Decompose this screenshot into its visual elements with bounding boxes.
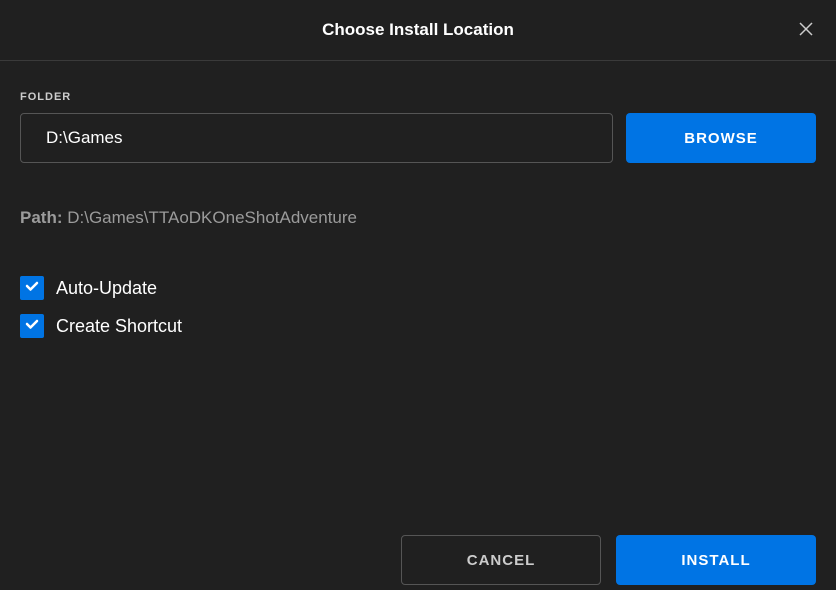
close-icon [798, 21, 814, 40]
path-value: D:\Games\TTAoDKOneShotAdventure [67, 208, 357, 227]
folder-row: BROWSE [20, 113, 816, 163]
checkmark-icon [24, 278, 40, 299]
dialog-title: Choose Install Location [322, 20, 514, 40]
browse-button[interactable]: BROWSE [626, 113, 816, 163]
create-shortcut-label: Create Shortcut [56, 316, 182, 337]
checkbox-group: Auto-Update Create Shortcut [20, 276, 816, 338]
checkmark-icon [24, 316, 40, 337]
auto-update-label: Auto-Update [56, 278, 157, 299]
dialog-header: Choose Install Location [0, 0, 836, 61]
path-label: Path: [20, 208, 67, 227]
checkbox-box [20, 276, 44, 300]
dialog-content: FOLDER BROWSE Path: D:\Games\TTAoDKOneSh… [0, 61, 836, 338]
close-button[interactable] [794, 18, 818, 42]
install-button[interactable]: INSTALL [616, 535, 816, 585]
checkbox-box [20, 314, 44, 338]
folder-label: FOLDER [20, 91, 816, 103]
auto-update-checkbox[interactable]: Auto-Update [20, 276, 816, 300]
cancel-button[interactable]: CANCEL [401, 535, 601, 585]
dialog-footer: CANCEL INSTALL [0, 530, 836, 590]
path-row: Path: D:\Games\TTAoDKOneShotAdventure [20, 208, 816, 228]
folder-input[interactable] [20, 113, 613, 163]
create-shortcut-checkbox[interactable]: Create Shortcut [20, 314, 816, 338]
